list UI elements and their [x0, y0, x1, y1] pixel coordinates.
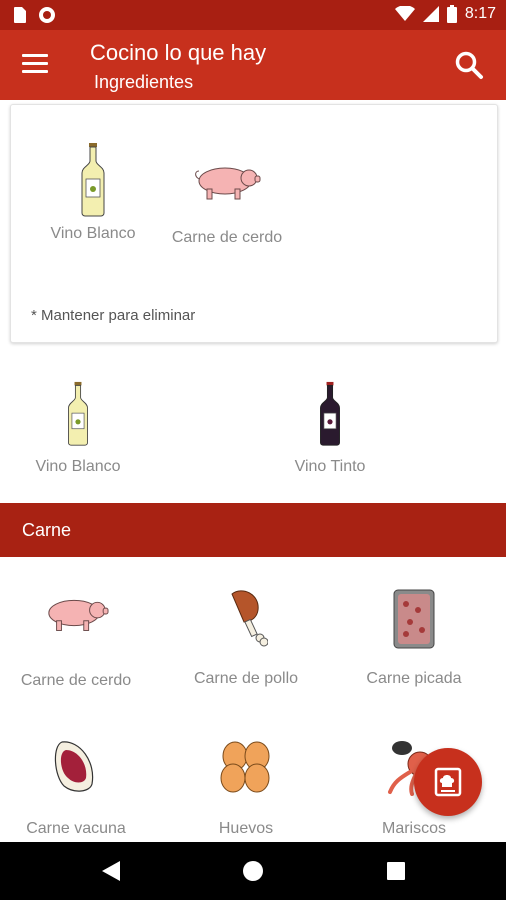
- selected-item-label: Vino Blanco: [50, 225, 136, 242]
- back-triangle-icon: [102, 861, 120, 881]
- status-bar: 8:17: [0, 0, 506, 30]
- battery-icon: [446, 5, 457, 23]
- signal-icon: [422, 6, 439, 22]
- back-button[interactable]: [100, 859, 122, 888]
- selected-ingredients-card: Vino Blanco Carne de cerdo * Mantener pa…: [10, 104, 498, 343]
- ingredient-label: Carne de cerdo: [20, 672, 132, 689]
- home-button[interactable]: [242, 860, 264, 887]
- suggestion-item[interactable]: Vino Tinto: [250, 378, 410, 476]
- ingredient-label: Carne de pollo: [193, 670, 299, 687]
- record-icon: [39, 7, 55, 23]
- recipe-book-icon: [434, 767, 462, 797]
- recents-button[interactable]: [386, 861, 406, 886]
- selected-item[interactable]: Carne de cerdo: [157, 161, 297, 247]
- ingredient-item[interactable]: Carne vacuna: [0, 738, 160, 838]
- pig-icon: [195, 167, 261, 200]
- chicken-leg-icon: [231, 590, 268, 647]
- menu-button[interactable]: [22, 54, 48, 76]
- recipes-fab[interactable]: [414, 748, 482, 816]
- ingredient-item[interactable]: Carne de cerdo: [0, 592, 160, 690]
- app-title: Cocino lo que hay: [90, 40, 267, 65]
- suggestion-label: Vino Tinto: [294, 458, 366, 475]
- category-title: Carne: [22, 520, 72, 540]
- hold-to-remove-hint: * Mantener para eliminar: [31, 307, 196, 324]
- system-navigation-bar: [0, 842, 506, 900]
- search-icon: [455, 51, 483, 79]
- home-circle-icon: [243, 861, 263, 881]
- ingredient-label: Carne vacuna: [26, 820, 126, 837]
- app-bar: Cocino lo que hay Ingredientes: [0, 30, 506, 100]
- ingredient-item[interactable]: Carne de pollo: [162, 588, 330, 688]
- ingredient-label: Mariscos: [381, 820, 446, 837]
- recents-square-icon: [387, 862, 405, 880]
- selected-item[interactable]: Vino Blanco: [23, 143, 163, 243]
- selected-item-label: Carne de cerdo: [171, 229, 283, 246]
- ingredient-item[interactable]: Carne picada: [330, 588, 498, 688]
- suggestion-label: Vino Blanco: [35, 458, 121, 475]
- app-subtitle: Ingredientes: [94, 72, 194, 92]
- eggs-icon: [220, 741, 270, 793]
- wifi-icon: [394, 6, 415, 21]
- file-icon: [14, 7, 26, 23]
- white-wine-bottle-icon: [81, 143, 105, 217]
- suggestion-item[interactable]: Vino Blanco: [0, 378, 158, 476]
- pig-icon: [48, 599, 109, 631]
- category-header[interactable]: Carne: [0, 503, 506, 557]
- red-wine-bottle-icon: [320, 381, 340, 446]
- status-time: 8:17: [464, 5, 496, 22]
- search-button[interactable]: [454, 50, 484, 80]
- ingredient-item[interactable]: Huevos: [162, 738, 330, 838]
- menu-icon: [22, 54, 48, 57]
- steak-icon: [54, 741, 94, 792]
- minced-meat-icon: [393, 589, 435, 649]
- white-wine-bottle-icon: [68, 381, 88, 446]
- ingredient-label: Huevos: [218, 820, 274, 837]
- ingredient-label: Carne picada: [366, 670, 462, 687]
